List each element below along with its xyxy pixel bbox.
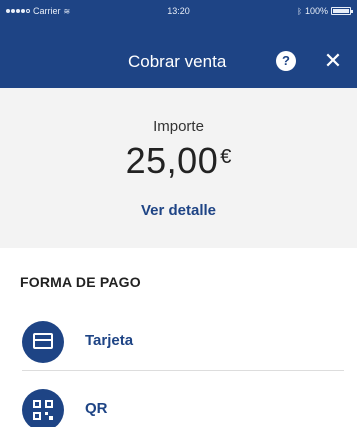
battery-percent: 100% (304, 6, 328, 16)
divider (22, 370, 344, 371)
qr-code-icon (22, 389, 64, 427)
view-detail-link[interactable]: Ver detalle (0, 202, 357, 219)
credit-card-icon (22, 321, 64, 363)
amount-value: 25,00 (125, 140, 219, 181)
app-header: Carrier ≋ 13:20 ᛒ 100% Cobrar venta ? ✕ (0, 0, 357, 88)
payment-method-card[interactable]: Tarjeta (0, 316, 357, 368)
battery-group: ᛒ 100% (297, 6, 353, 16)
payment-method-qr[interactable]: QR (0, 384, 357, 427)
bluetooth-icon: ᛒ (297, 6, 302, 16)
status-bar: Carrier ≋ 13:20 ᛒ 100% (0, 0, 357, 22)
battery-icon (331, 7, 353, 15)
amount-currency: € (220, 146, 232, 168)
amount-label: Importe (153, 118, 204, 135)
payment-method-label: Tarjeta (85, 332, 134, 349)
payment-section-title: FORMA DE PAGO (20, 274, 141, 290)
help-button[interactable]: ? (276, 51, 296, 71)
page-title: Cobrar venta (128, 52, 227, 71)
amount-panel: Importe 25,00 € Ver detalle (0, 88, 357, 248)
amount-display: 25,00 € (0, 140, 357, 182)
payment-method-label: QR (85, 400, 108, 417)
close-button[interactable]: ✕ (320, 48, 346, 74)
